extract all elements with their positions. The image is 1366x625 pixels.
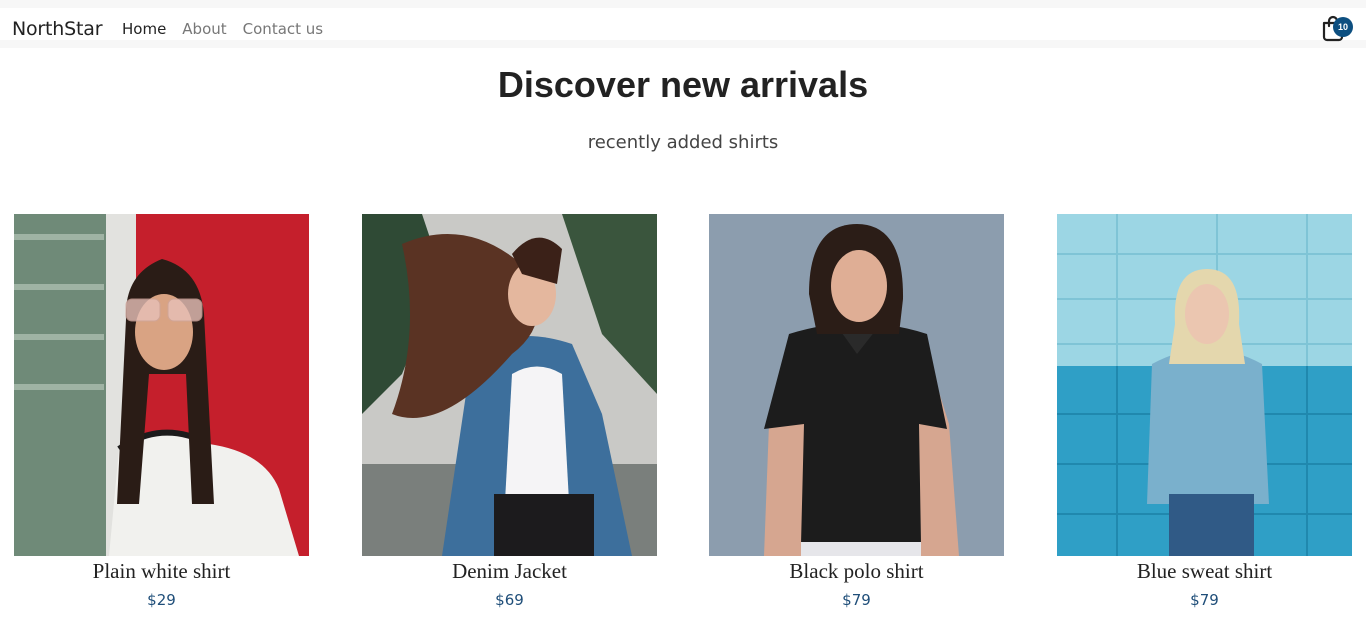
product-price: $79: [842, 591, 871, 609]
top-strip: [0, 0, 1366, 8]
product-card-plain-white-shirt[interactable]: Plain white shirt $29: [14, 214, 309, 609]
navbar: NorthStar Home About Contact us: [0, 8, 1366, 48]
page-title: Discover new arrivals: [497, 64, 869, 105]
product-price: $69: [495, 591, 524, 609]
product-image[interactable]: [14, 214, 309, 556]
product-price: $79: [1190, 591, 1219, 609]
product-name[interactable]: Black polo shirt: [709, 559, 1004, 584]
product-image[interactable]: [709, 214, 1004, 556]
product-name[interactable]: Denim Jacket: [362, 559, 657, 584]
product-price: $29: [147, 591, 176, 609]
nav-links: Home About Contact us: [122, 20, 323, 38]
product-image[interactable]: [1057, 214, 1352, 556]
product-image[interactable]: [362, 214, 657, 556]
brand-logo[interactable]: NorthStar: [12, 18, 103, 40]
nav-link-about[interactable]: About: [182, 20, 226, 38]
product-name[interactable]: Blue sweat shirt: [1057, 559, 1352, 584]
product-name[interactable]: Plain white shirt: [14, 559, 309, 584]
page-subtitle: recently added shirts: [587, 132, 779, 153]
nav-link-contact[interactable]: Contact us: [243, 20, 323, 38]
nav-link-home[interactable]: Home: [122, 20, 166, 38]
product-card-blue-sweat-shirt[interactable]: Blue sweat shirt $79: [1057, 214, 1352, 609]
cart-count-badge: 10: [1333, 17, 1353, 37]
product-card-black-polo-shirt[interactable]: Black polo shirt $79: [709, 214, 1004, 609]
product-card-denim-jacket[interactable]: Denim Jacket $69: [362, 214, 657, 609]
